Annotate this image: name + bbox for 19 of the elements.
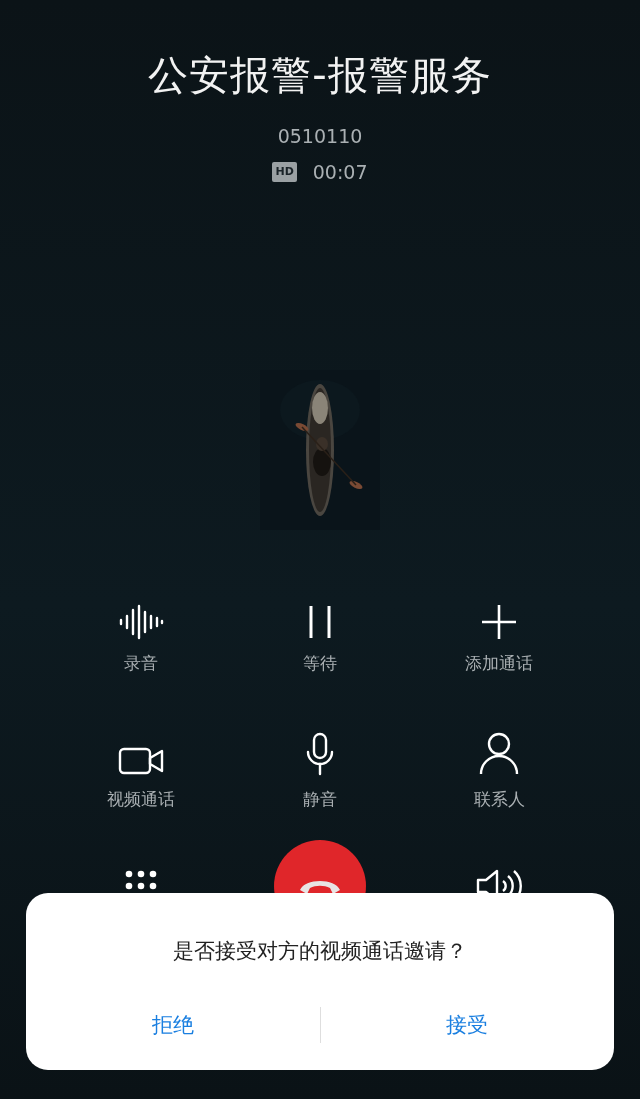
call-control[interactable]: 静音 bbox=[230, 702, 410, 810]
hd-badge: HD bbox=[272, 162, 297, 182]
microphone-icon bbox=[305, 732, 335, 776]
call-control[interactable]: 联系人 bbox=[409, 702, 589, 810]
phone-number: 0510110 bbox=[277, 124, 363, 148]
caller-name: 公安报警-报警服务 bbox=[148, 51, 492, 100]
call-duration: 00:07 bbox=[312, 160, 368, 184]
call-control[interactable]: 视频通话 bbox=[51, 702, 231, 810]
call-control[interactable]: 录音 bbox=[51, 566, 231, 674]
person-icon bbox=[479, 732, 519, 776]
plus-icon bbox=[481, 604, 517, 640]
call-control[interactable]: 等待 bbox=[230, 566, 410, 674]
dialog-button[interactable]: 接受 bbox=[320, 1007, 614, 1043]
call-control[interactable]: 添加通话 bbox=[409, 566, 589, 674]
waveform-icon bbox=[118, 604, 164, 640]
pause-icon bbox=[307, 604, 333, 640]
dialog-button[interactable]: 拒绝 bbox=[26, 1007, 320, 1043]
video-camera-icon bbox=[118, 746, 164, 776]
dialog-message: 是否接受对方的视频通话邀请？ bbox=[173, 938, 467, 965]
